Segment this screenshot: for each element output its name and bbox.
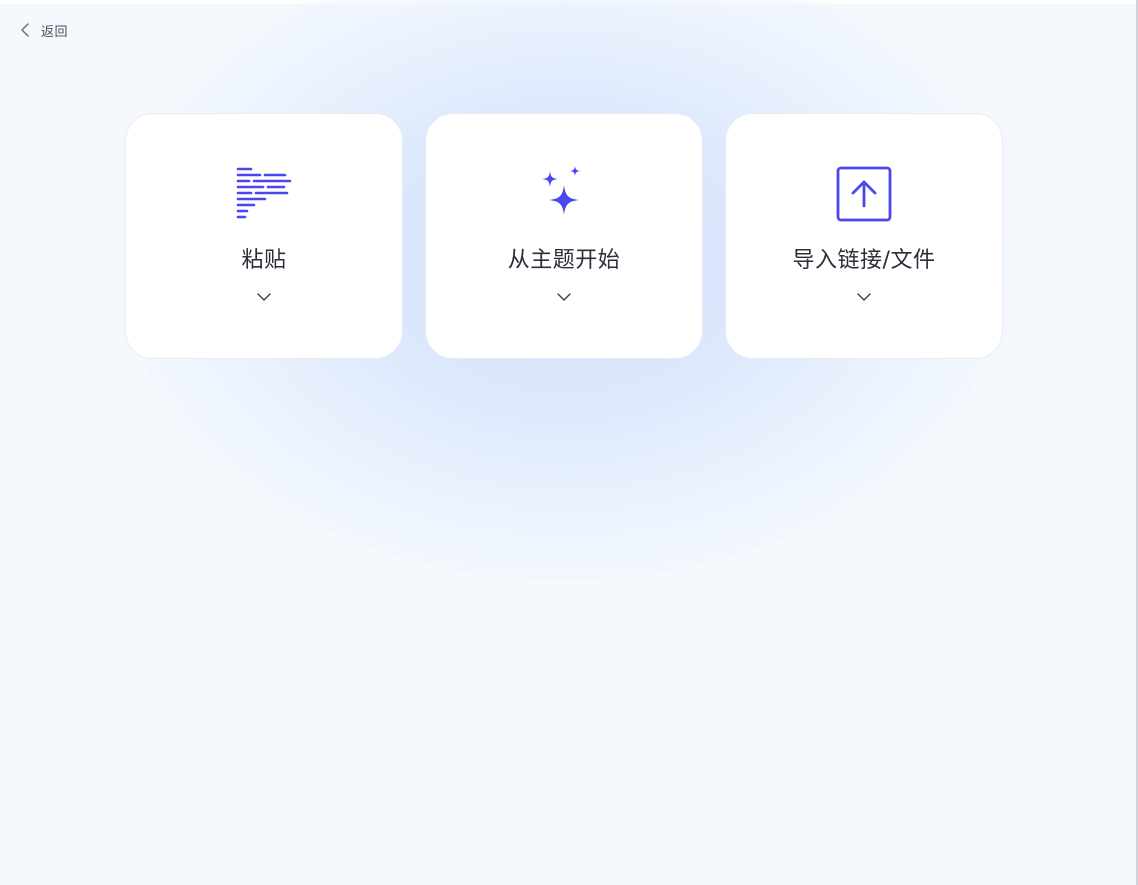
chevron-down-icon: [256, 290, 272, 304]
paste-card[interactable]: 粘贴: [125, 113, 403, 359]
paste-text-lines-icon: [235, 166, 293, 224]
sparkles-icon: [535, 166, 593, 224]
chevron-left-icon: [18, 22, 32, 38]
start-from-topic-card[interactable]: 从主题开始: [425, 113, 703, 359]
card-title: 粘贴: [241, 248, 287, 273]
card-title: 导入链接/文件: [792, 248, 936, 273]
back-label: 返回: [41, 24, 69, 40]
start-options: 粘贴 从主题开始 导入链接/文件: [125, 113, 1003, 359]
back-button[interactable]: 返回: [18, 20, 68, 40]
card-title: 从主题开始: [507, 248, 621, 273]
import-link-file-card[interactable]: 导入链接/文件: [725, 113, 1003, 359]
chevron-down-icon: [556, 290, 572, 304]
chevron-down-icon: [856, 290, 872, 304]
upload-square-icon: [835, 166, 893, 224]
